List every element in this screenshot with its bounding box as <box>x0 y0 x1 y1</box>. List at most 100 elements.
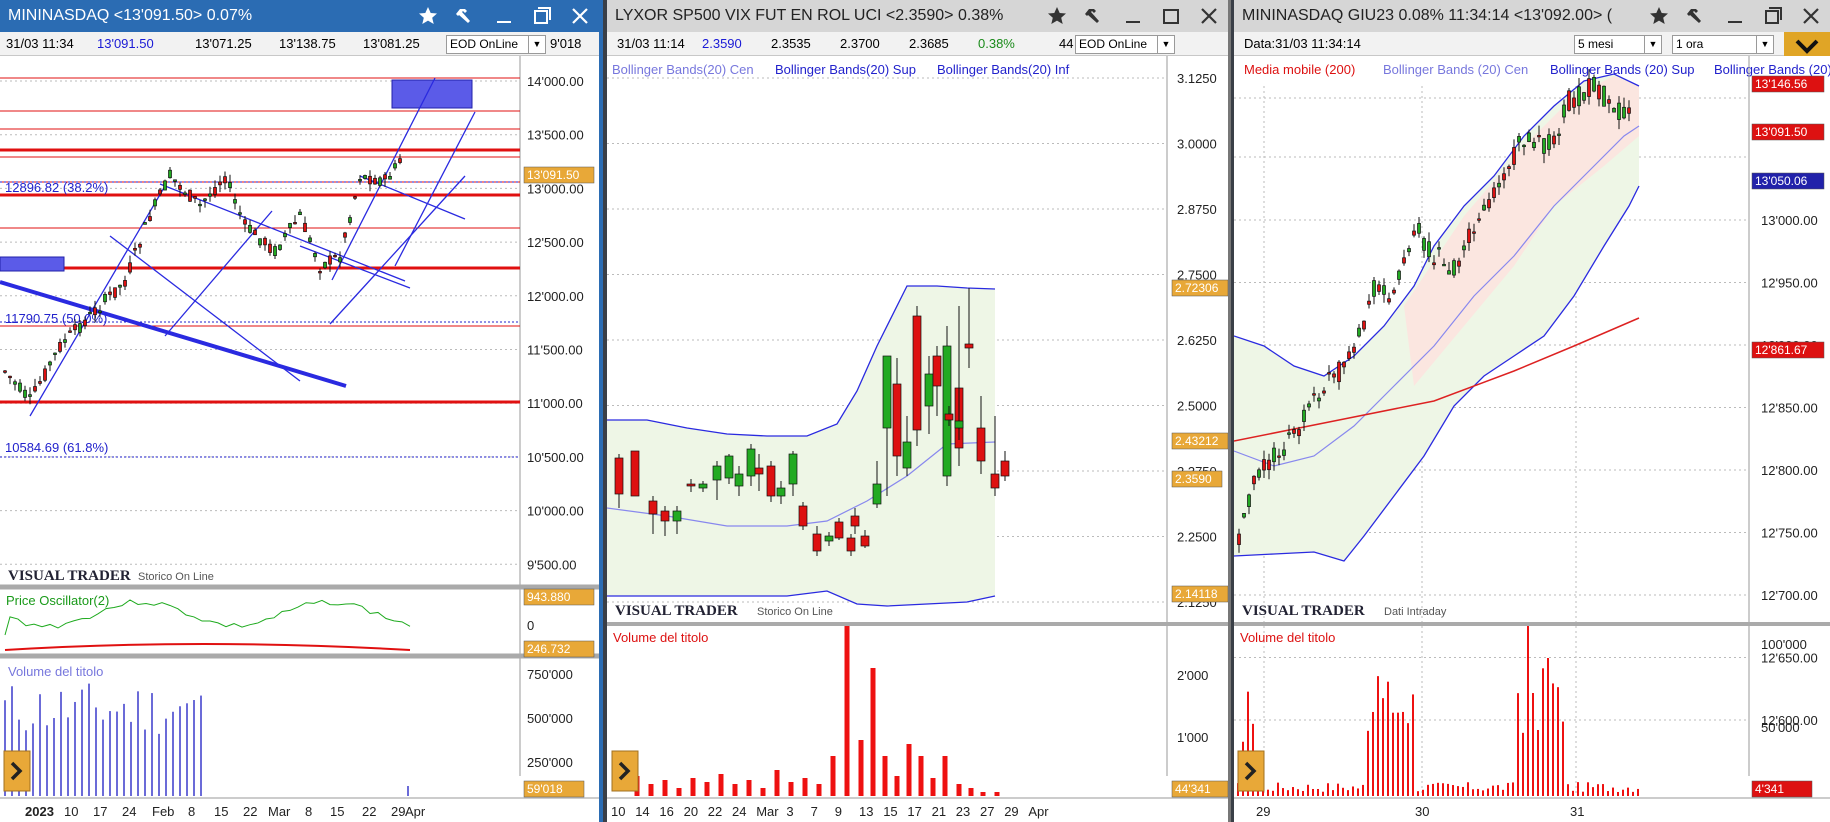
candle-body <box>138 243 142 248</box>
candle-body <box>28 394 32 397</box>
legend-item: Bollinger Bands (20) Sup <box>1550 62 1695 77</box>
candle-body <box>902 441 912 469</box>
candle-body <box>113 287 117 298</box>
candle-body <box>323 261 327 269</box>
candle-body <box>872 483 882 505</box>
candle-body <box>1442 263 1446 267</box>
minimize-icon[interactable] <box>485 0 523 32</box>
chart-window-mininasdaq-giu23: MININASDAQ GIU23 0.08% 11:34:14 <13'092.… <box>1234 0 1830 822</box>
candle-body <box>1527 132 1531 142</box>
candle-body <box>1467 228 1471 243</box>
price-axis-label: 12'950.00 <box>1761 276 1818 291</box>
candle-body <box>1357 327 1361 337</box>
candle-body <box>293 222 297 225</box>
time-axis-label: 22 <box>243 804 257 819</box>
candle-body <box>766 465 776 497</box>
chart-window-lyxor-vix: LYXOR SP500 VIX FUT EN ROL UCI <2.3590> … <box>607 0 1231 822</box>
volume-label: Volume del titolo <box>613 630 708 645</box>
star-icon[interactable] <box>1038 0 1076 32</box>
candle-body <box>108 291 112 295</box>
star-icon[interactable] <box>409 0 447 32</box>
candle-body <box>1327 372 1331 375</box>
candle-body <box>398 158 402 163</box>
candle-body <box>303 222 307 233</box>
candle-body <box>128 262 132 273</box>
candle-body <box>1342 361 1346 368</box>
volume-tag: 59'018 <box>527 782 563 796</box>
hammer-icon[interactable] <box>1678 0 1716 32</box>
candle-body <box>1000 460 1010 477</box>
time-axis-label: Apr <box>1028 804 1049 819</box>
maximize-icon[interactable] <box>1152 0 1190 32</box>
candle-body <box>1307 403 1311 408</box>
time-axis-label: Mar <box>268 804 291 819</box>
candle-body <box>1392 289 1396 294</box>
candle-body <box>964 343 974 349</box>
info-last: 13'091.50 <box>97 36 154 51</box>
price-axis-label: 12'500.00 <box>527 235 584 250</box>
feed-select[interactable]: EOD OnLine ▼ <box>446 35 546 54</box>
candle-body <box>824 535 834 542</box>
candle-body <box>1622 106 1626 119</box>
price-axis-label: 13'500.00 <box>527 128 584 143</box>
candle-body <box>33 386 37 392</box>
candle-body <box>614 457 624 495</box>
price-axis-label: 12'850.00 <box>1761 401 1818 416</box>
candle-body <box>1542 138 1546 154</box>
candle-body <box>1567 90 1571 111</box>
info-extra: 44 <box>1059 36 1074 51</box>
time-axis-label: 3 <box>786 804 793 819</box>
time-axis-label: Apr <box>405 804 426 819</box>
quote-info-bar: 31/03 11:14 2.3590 2.3535 2.3700 2.3685 … <box>607 32 1228 56</box>
price-chart-panel[interactable]: Media mobile (200) Bollinger Bands (20) C… <box>1234 56 1830 822</box>
legend-item: Bollinger Bands (20) Inf <box>1714 62 1830 77</box>
volume-axis-label: 2'000 <box>1177 668 1208 683</box>
candle-body <box>223 176 227 184</box>
chevron-down-icon: ▼ <box>528 36 545 53</box>
candle-body <box>834 521 844 539</box>
time-axis-label: 20 <box>684 804 698 819</box>
candle-body <box>892 383 902 457</box>
info-change: 0.38% <box>978 36 1015 51</box>
price-axis-label: 13'000.00 <box>1761 213 1818 228</box>
window-titlebar[interactable]: MININASDAQ GIU23 0.08% 11:34:14 <13'092.… <box>1234 0 1830 32</box>
hammer-icon[interactable] <box>1076 0 1114 32</box>
minimize-icon[interactable] <box>1114 0 1152 32</box>
feed-select[interactable]: EOD OnLine ▼ <box>1075 35 1175 54</box>
info-date: 31/03 11:34 <box>6 36 74 51</box>
osc-tag: 943.880 <box>527 590 571 604</box>
candle-body <box>1417 223 1421 234</box>
candle-body <box>83 319 87 327</box>
candle-body <box>1337 361 1341 383</box>
star-icon[interactable] <box>1640 0 1678 32</box>
close-icon[interactable] <box>561 0 599 32</box>
time-axis-label: 15 <box>214 804 228 819</box>
price-chart-panel[interactable]: 14'000.00 13'500.00 13'000.00 12'500.00 12'0… <box>0 56 599 822</box>
range-select[interactable]: 5 mesi ▼ <box>1574 35 1662 54</box>
candle-body <box>388 175 392 180</box>
candle-body <box>846 537 856 552</box>
close-icon[interactable] <box>1190 0 1228 32</box>
minimize-icon[interactable] <box>1716 0 1754 32</box>
time-axis-label: Feb <box>152 804 174 819</box>
close-icon[interactable] <box>1792 0 1830 32</box>
candle-body <box>812 533 822 552</box>
timeframe-select[interactable]: 1 ora ▼ <box>1672 35 1774 54</box>
hammer-icon[interactable] <box>447 0 485 32</box>
window-titlebar[interactable]: MININASDAQ <13'091.50> 0.07% <box>0 0 599 32</box>
price-chart-panel[interactable]: Bollinger Bands(20) Cen Bollinger Bands(2… <box>607 56 1228 822</box>
candle-body <box>1387 298 1391 303</box>
candle-body <box>686 483 696 487</box>
candle-body <box>1492 187 1496 198</box>
maximize-icon[interactable] <box>523 0 561 32</box>
candle-body <box>1607 99 1611 104</box>
time-axis-label: 15 <box>883 804 897 819</box>
window-titlebar[interactable]: LYXOR SP500 VIX FUT EN ROL UCI <2.3590> … <box>607 0 1228 32</box>
price-axis-label: 10'000.00 <box>527 504 584 519</box>
candle-body <box>1457 260 1461 267</box>
bb-center-tag: 13'050.06 <box>1755 174 1808 188</box>
maximize-icon[interactable] <box>1754 0 1792 32</box>
price-axis-label: 2.8750 <box>1177 202 1217 217</box>
last-price-tag: 2.3590 <box>1175 472 1212 486</box>
window-title: LYXOR SP500 VIX FUT EN ROL UCI <2.3590> … <box>615 7 1004 24</box>
